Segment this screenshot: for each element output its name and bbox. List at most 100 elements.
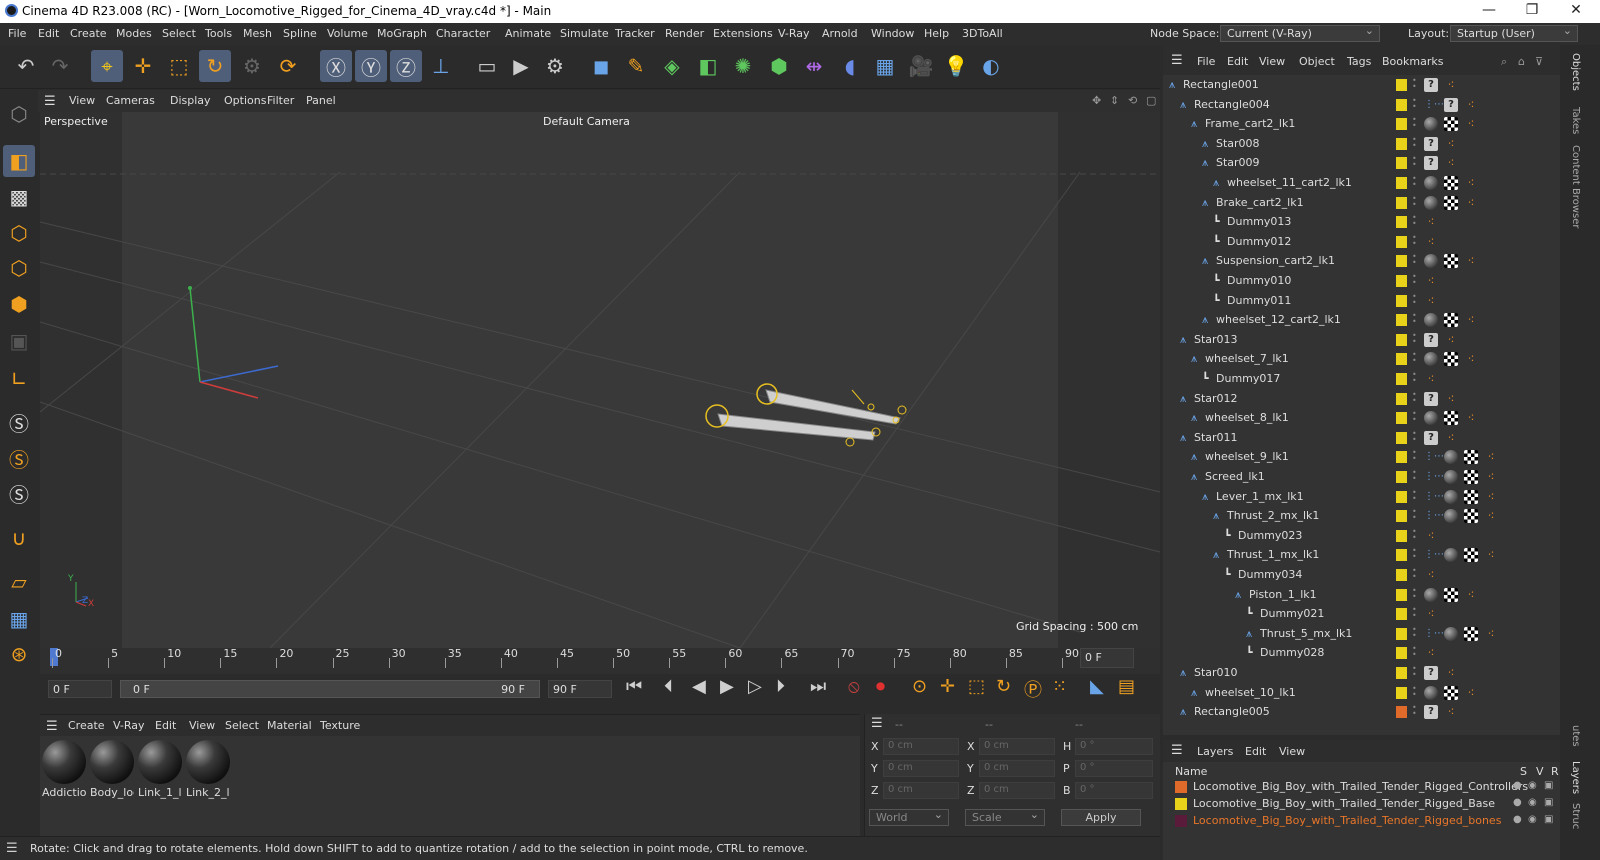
ik-tag-icon[interactable]: ⋮⋯ xyxy=(1424,627,1444,641)
object-row[interactable]: ⩚ Rectangle005 • •? ⁖ xyxy=(1163,702,1560,722)
expression-tag-icon[interactable]: ⁖ xyxy=(1444,392,1458,406)
visibility-dots-icon[interactable]: • • xyxy=(1412,567,1417,582)
coord-pos-x-field[interactable]: 0 cm xyxy=(883,738,959,755)
coord-size-z-field[interactable]: 0 cm xyxy=(979,782,1055,799)
viewport-hamburger-icon[interactable]: ☰ xyxy=(44,94,56,109)
material-tag-icon[interactable] xyxy=(1424,411,1438,426)
field-icon[interactable]: ◖ xyxy=(834,50,866,82)
mograph-matrix-icon[interactable]: ⬢ xyxy=(763,50,795,82)
object-row[interactable]: ┗ Dummy034 • • ⁖ xyxy=(1163,565,1560,585)
material-menu-material[interactable]: Material xyxy=(267,719,312,732)
coord-pos-y-field[interactable]: 0 cm xyxy=(883,760,959,777)
expression-tag-icon[interactable]: ⁖ xyxy=(1424,529,1438,543)
layer-color-swatch[interactable] xyxy=(1396,529,1407,542)
menu-vray[interactable]: V-Ray xyxy=(778,27,810,40)
layer-color-swatch[interactable] xyxy=(1396,627,1407,640)
object-row[interactable]: ⩚ Frame_cart2_lk1 • • ⁖ xyxy=(1163,114,1560,134)
coord-pos-z-field[interactable]: 0 cm xyxy=(883,782,959,799)
next-frame-icon[interactable]: ▷ xyxy=(748,676,762,697)
material-tag-icon[interactable] xyxy=(1424,176,1438,190)
visibility-dots-icon[interactable]: • • xyxy=(1412,390,1417,406)
material-menu-vray[interactable]: V-Ray xyxy=(113,719,145,732)
model-mode-icon[interactable]: ◧ xyxy=(3,145,35,177)
live-selection-icon[interactable]: ⌖ xyxy=(91,50,123,82)
texture-tag-icon[interactable] xyxy=(1444,352,1458,367)
layer-color-swatch[interactable] xyxy=(1396,314,1407,327)
minimize-icon[interactable]: — xyxy=(1475,2,1503,20)
texture-tag-icon[interactable] xyxy=(1464,450,1478,465)
expression-tag-icon[interactable]: ⁖ xyxy=(1464,98,1478,112)
layer-color-swatch[interactable] xyxy=(1396,431,1407,444)
points-mode-icon[interactable]: ⬡ xyxy=(3,217,35,249)
viewport-move-icon[interactable]: ✥ xyxy=(1092,94,1101,107)
object-row[interactable]: ⩚ Brake_cart2_lk1 • • ⁖ xyxy=(1163,193,1560,213)
visibility-dots-icon[interactable]: • • xyxy=(1412,194,1417,210)
texture-tag-icon[interactable] xyxy=(1444,685,1458,700)
material-tag-icon[interactable] xyxy=(1444,548,1458,563)
objects-menu-view[interactable]: View xyxy=(1259,55,1285,68)
material-menu-texture[interactable]: Texture xyxy=(320,719,360,732)
material-tag-icon[interactable] xyxy=(1444,470,1458,484)
expression-tag-icon[interactable]: ⁖ xyxy=(1484,470,1498,484)
visibility-dots-icon[interactable]: • • xyxy=(1412,214,1417,229)
objects-menu-object[interactable]: Object xyxy=(1299,55,1335,68)
expression-tag-icon[interactable]: ⁖ xyxy=(1424,215,1438,229)
object-row[interactable]: ⩚ wheelset_10_lk1 • • ⁖ xyxy=(1163,683,1560,703)
material-tag-icon[interactable] xyxy=(1424,254,1438,269)
layer-color-swatch[interactable] xyxy=(1396,79,1407,91)
material-menu-edit[interactable]: Edit xyxy=(155,719,176,732)
python-icon[interactable]: ◐ xyxy=(975,50,1007,82)
visibility-dots-icon[interactable]: • • xyxy=(1412,96,1417,112)
layers-menu-layers[interactable]: Layers xyxy=(1197,745,1233,758)
previous-key-icon[interactable]: ⏴ xyxy=(664,676,673,697)
end-frame-field[interactable]: 90 F xyxy=(548,680,612,698)
menu-spline[interactable]: Spline xyxy=(283,27,317,40)
menu-select[interactable]: Select xyxy=(162,27,196,40)
layer-visible-icon[interactable]: ◉ xyxy=(1528,797,1537,808)
material-swatch[interactable]: Link_1_lc xyxy=(138,740,182,799)
lock-workplane-icon[interactable]: ▦ xyxy=(3,603,35,635)
object-row[interactable]: ┗ Dummy021 • • ⁖ xyxy=(1163,604,1560,624)
unknown-tag-icon[interactable]: ? xyxy=(1424,78,1438,92)
uv-mode-icon[interactable]: ▣ xyxy=(3,325,35,357)
make-editable-icon[interactable]: ⬡ xyxy=(3,98,35,130)
layer-color-swatch[interactable] xyxy=(1396,333,1407,346)
layer-render-icon[interactable]: ▣ xyxy=(1544,780,1553,791)
layer-color-swatch[interactable] xyxy=(1396,471,1407,483)
expression-tag-icon[interactable]: ⁖ xyxy=(1424,274,1438,288)
menu-mesh[interactable]: Mesh xyxy=(243,27,272,40)
menu-edit[interactable]: Edit xyxy=(38,27,59,40)
timeline-ruler[interactable]: 0 5 10 15 20 25 30 35 40 45 50 55 60 65 70 75 80 85 90 0 F xyxy=(40,647,1160,674)
menu-animate[interactable]: Animate xyxy=(505,27,551,40)
object-row[interactable]: ┗ Dummy013 • • ⁖ xyxy=(1163,212,1560,232)
autokey-icon[interactable]: ⏺ xyxy=(876,676,885,697)
expression-tag-icon[interactable]: ⁖ xyxy=(1444,78,1458,92)
coord-rot-b-field[interactable]: 0 ° xyxy=(1075,782,1153,799)
extrude-icon[interactable]: ◧ xyxy=(692,50,724,82)
menu-mograph[interactable]: MoGraph xyxy=(377,27,427,40)
expression-tag-icon[interactable]: ⁖ xyxy=(1424,607,1438,621)
unknown-tag-icon[interactable]: ? xyxy=(1424,332,1438,347)
layer-solo-icon[interactable]: ● xyxy=(1513,780,1522,791)
close-icon[interactable]: ✕ xyxy=(1562,2,1590,20)
texture-tag-icon[interactable] xyxy=(1464,626,1478,641)
menu-modes[interactable]: Modes xyxy=(116,27,152,40)
texture-tag-icon[interactable] xyxy=(1444,195,1458,210)
layer-color-swatch[interactable] xyxy=(1396,98,1407,111)
unknown-tag-icon[interactable]: ? xyxy=(1424,156,1438,171)
menu-window[interactable]: Window xyxy=(871,27,914,40)
object-row[interactable]: ⩚ Thrust_5_mx_lk1 • • ⋮⋯ ⁖ xyxy=(1163,624,1560,644)
material-tag-icon[interactable] xyxy=(1444,509,1458,524)
layers-menu-edit[interactable]: Edit xyxy=(1245,745,1266,758)
tab-structure[interactable]: Struc xyxy=(1570,803,1581,829)
visibility-dots-icon[interactable]: • • xyxy=(1412,488,1417,504)
coords-hamburger-icon[interactable]: ☰ xyxy=(871,716,883,731)
rotate-icon[interactable]: ↻ xyxy=(199,50,231,82)
object-row[interactable]: ⩚ Star010 • •? ⁖ xyxy=(1163,663,1560,683)
z-axis-icon[interactable]: Ⓩ xyxy=(390,50,422,82)
layer-render-icon[interactable]: ▣ xyxy=(1544,797,1553,808)
visibility-dots-icon[interactable]: • • xyxy=(1412,429,1417,445)
ik-tag-icon[interactable]: ⋮⋯ xyxy=(1424,509,1444,523)
layer-solo-icon[interactable]: ● xyxy=(1513,797,1522,808)
magnet-icon[interactable]: ∪ xyxy=(3,522,35,554)
